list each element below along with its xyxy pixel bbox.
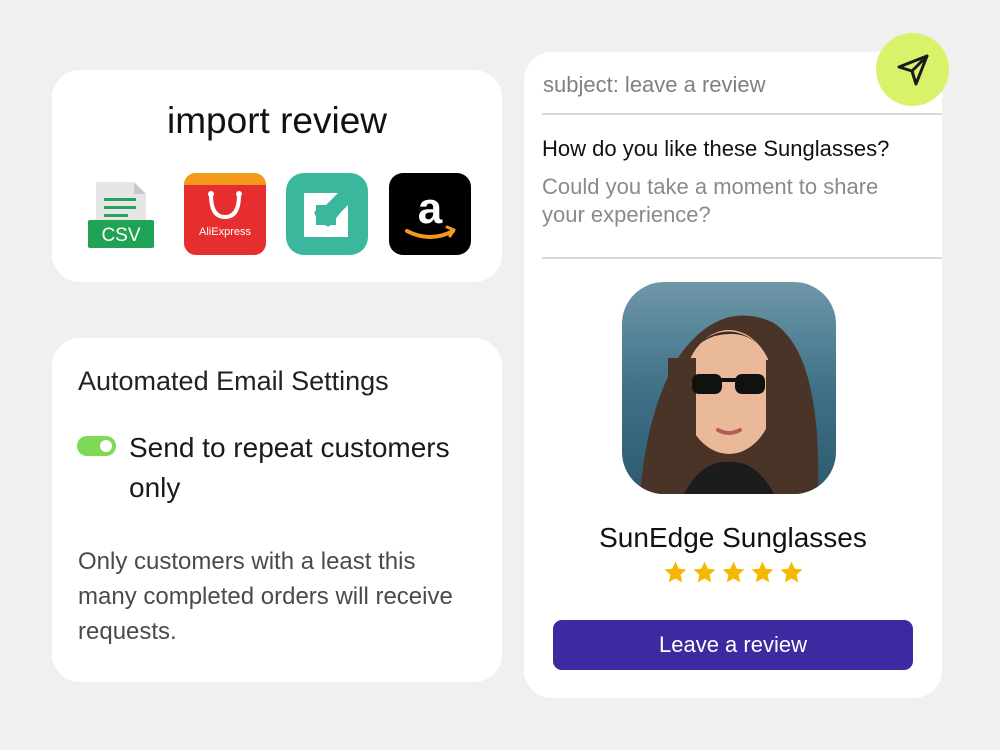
product-photo [622,282,836,494]
import-review-title: import review [167,100,387,141]
star-icon [751,561,773,583]
star-icon [693,561,715,583]
settings-description: Only customers with a least this many co… [78,548,453,645]
product-name: SunEdge Sunglasses [599,522,867,553]
star-icon [722,561,744,583]
checkmark-app-icon[interactable] [286,173,368,255]
csv-file-icon[interactable]: CSV [86,178,158,250]
csv-label: CSV [101,225,140,246]
send-button[interactable] [876,33,949,106]
amazon-logo[interactable]: a [389,173,471,255]
review-question: How do you like these Sunglasses? [542,136,890,161]
star-icon [664,561,686,583]
star-rating [524,560,942,585]
star-icon [780,561,802,583]
aliexpress-logo[interactable]: AliExpress [184,173,266,255]
leave-review-button[interactable]: Leave a review [553,620,913,670]
svg-text:a: a [418,184,443,233]
email-settings-title: Automated Email Settings [78,366,389,396]
repeat-customers-toggle[interactable] [77,436,116,456]
email-subject: subject: leave a review [543,72,766,97]
aliexpress-label: AliExpress [199,226,251,238]
import-review-card: import review CSV AliExpress a [52,70,502,282]
divider [542,113,942,115]
email-settings-card: Automated Email Settings Send to repeat … [52,338,502,682]
repeat-customers-label: Send to repeat customers only [129,432,450,503]
divider [542,257,942,259]
review-prompt: Could you take a moment to share your ex… [542,174,879,227]
review-email-card: subject: leave a review How do you like … [524,52,942,698]
paper-plane-icon [897,54,928,85]
